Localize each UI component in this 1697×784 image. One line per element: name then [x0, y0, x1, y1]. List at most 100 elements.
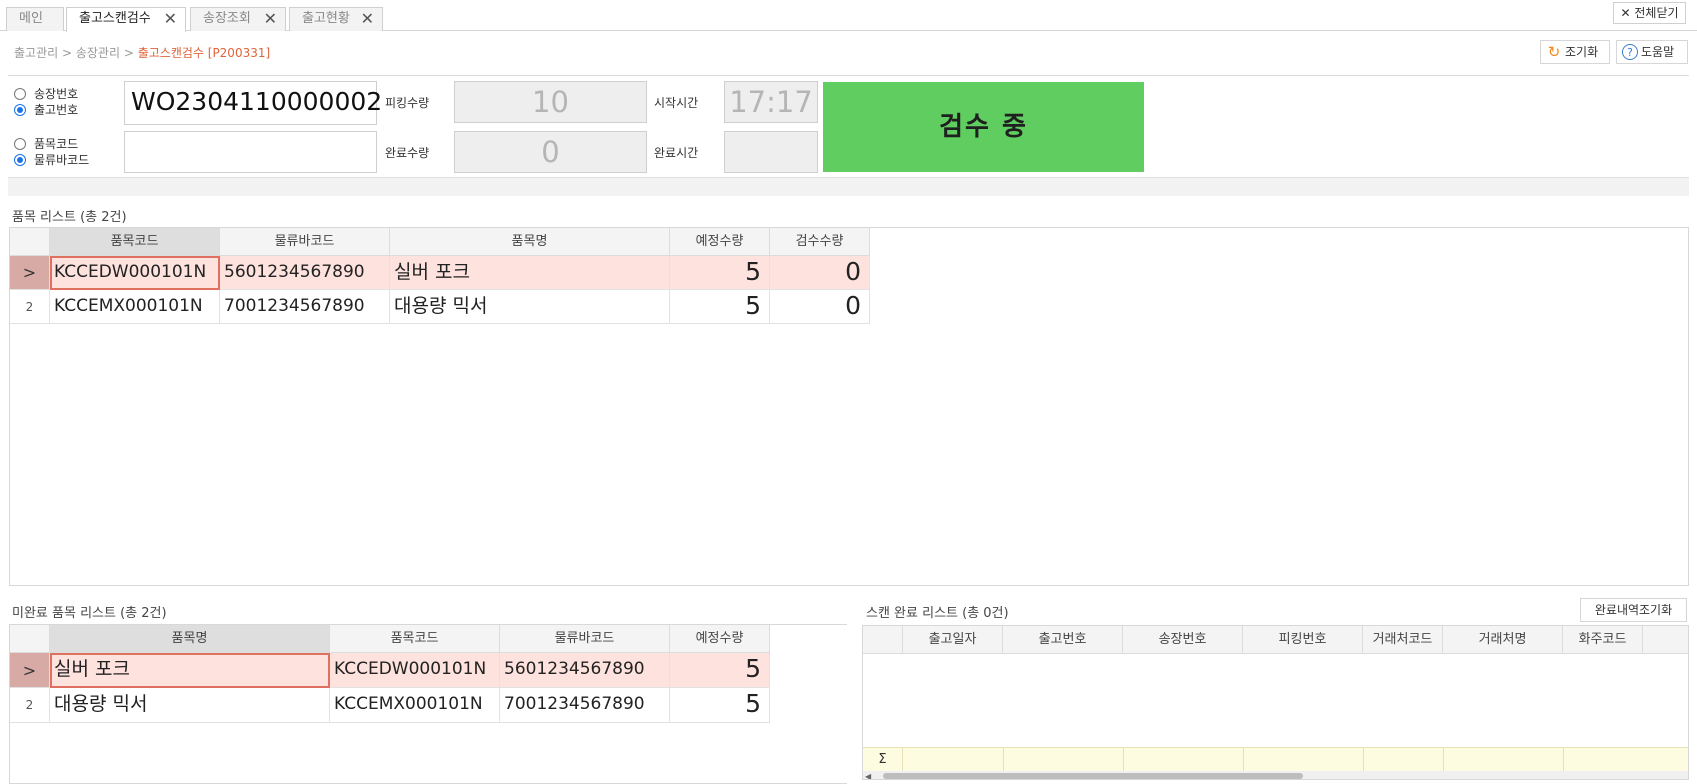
row-number: 2: [10, 290, 50, 324]
radio-button[interactable]: [14, 88, 26, 100]
radio-label: 물류바코드: [34, 153, 90, 167]
picking-qty-label: 피킹수량: [385, 96, 430, 110]
cell-inspected-qty[interactable]: 0: [770, 256, 870, 290]
cell-item-name[interactable]: 실버 포크: [390, 256, 670, 290]
divider: [1563, 748, 1564, 772]
row-header-corner: [863, 626, 903, 654]
scrollbar-thumb[interactable]: [883, 773, 1303, 779]
sum-icon: Σ: [863, 748, 903, 772]
cell-planned-qty[interactable]: 5: [670, 256, 770, 290]
column-header[interactable]: 거래처코드: [1363, 626, 1443, 654]
breadcrumb-path: 출고관리 > 송장관리 >: [14, 46, 138, 60]
close-icon[interactable]: ✕: [264, 8, 277, 30]
tab-outbound-scan[interactable]: 출고스캔검수 ✕: [66, 7, 186, 32]
reset-button[interactable]: ↻ 조기화: [1540, 40, 1610, 64]
cell-item-code[interactable]: KCCEMX000101N: [330, 688, 500, 723]
picking-qty-value: 10: [454, 81, 647, 123]
breadcrumb-current: 출고스캔검수 [P200331]: [137, 46, 271, 60]
cell-barcode[interactable]: 5601234567890: [500, 653, 670, 688]
summary-row: Σ: [863, 747, 1688, 772]
tab-label: 출고현황: [302, 11, 350, 26]
cell-barcode[interactable]: 5601234567890: [220, 256, 390, 290]
radio-button[interactable]: [14, 154, 26, 166]
refresh-icon: ↻: [1547, 43, 1561, 61]
status-banner: 검수 중: [823, 82, 1144, 172]
cell-item-code[interactable]: KCCEDW000101N: [50, 256, 220, 290]
divider: [1243, 748, 1244, 772]
radio-button[interactable]: [14, 138, 26, 150]
done-qty-label: 완료수량: [385, 146, 430, 160]
close-all-button[interactable]: ✕ 전체닫기: [1613, 2, 1686, 24]
column-header[interactable]: 거래처명: [1443, 626, 1563, 654]
cell-barcode[interactable]: 7001234567890: [220, 290, 390, 324]
close-icon[interactable]: ✕: [164, 8, 177, 30]
cell-planned-qty[interactable]: 5: [670, 290, 770, 324]
column-header[interactable]: 품목명: [390, 228, 670, 256]
scan-number-input[interactable]: WO2304110000002: [124, 81, 382, 125]
row-header-corner: [10, 228, 50, 256]
done-qty-value: 0: [454, 131, 647, 173]
column-header[interactable]: 예정수량: [670, 228, 770, 256]
tab-invoice-search[interactable]: 송장조회 ✕: [190, 7, 286, 31]
cell-item-name[interactable]: 실버 포크: [50, 653, 330, 688]
divider: [1123, 748, 1124, 772]
column-header[interactable]: 출고번호: [1003, 626, 1123, 654]
cell-item-name[interactable]: 대용량 믹서: [390, 290, 670, 324]
column-header[interactable]: 물류바코드: [500, 625, 670, 653]
row-indicator: >: [10, 653, 50, 688]
scroll-left-icon[interactable]: ◀: [865, 772, 871, 779]
close-icon: ✕: [1620, 6, 1631, 20]
tab-label: 출고스캔검수: [79, 11, 151, 26]
end-time-label: 완료시간: [654, 146, 699, 160]
cell-item-name[interactable]: 대용량 믹서: [50, 688, 330, 723]
help-label: 도움말: [1641, 45, 1675, 59]
scan-done-list-title: 스캔 완료 리스트 (총 0건): [866, 606, 1009, 621]
column-header[interactable]: 송장번호: [1123, 626, 1243, 654]
divider: [1363, 748, 1364, 772]
column-header[interactable]: 품목명: [50, 625, 330, 653]
cell-planned-qty[interactable]: 5: [670, 653, 770, 688]
column-header[interactable]: 예정수량: [670, 625, 770, 653]
column-header[interactable]: 품목코드: [330, 625, 500, 653]
reset-done-history-button[interactable]: 완료내역조기화: [1580, 598, 1687, 622]
incomplete-list-grid: 품목명 품목코드 물류바코드 예정수량 > 실버 포크 KCCEDW000101…: [9, 624, 847, 784]
item-list-grid: 품목코드 물류바코드 품목명 예정수량 검수수량 > KCCEDW000101N…: [9, 227, 1689, 586]
close-all-label: 전체닫기: [1634, 6, 1679, 20]
help-button[interactable]: ? 도움말: [1616, 40, 1688, 64]
barcode-input[interactable]: [124, 131, 377, 173]
cell-planned-qty[interactable]: 5: [670, 688, 770, 723]
divider: [1443, 748, 1444, 772]
divider: [1003, 748, 1004, 772]
help-icon: ?: [1622, 44, 1638, 60]
radio-label: 출고번호: [34, 103, 79, 117]
horizontal-scrollbar[interactable]: ◀: [863, 771, 1688, 779]
column-header[interactable]: 검수수량: [770, 228, 870, 256]
row-number: 2: [10, 688, 50, 723]
cell-barcode[interactable]: 7001234567890: [500, 688, 670, 723]
panel-divider: [8, 177, 1689, 196]
incomplete-list-title: 미완료 품목 리스트 (총 2건): [12, 606, 167, 621]
column-header[interactable]: 품목코드: [50, 228, 220, 256]
column-header-overflow: [1643, 626, 1688, 654]
radio-button[interactable]: [14, 104, 26, 116]
row-header-corner: [10, 625, 50, 653]
start-time-label: 시작시간: [654, 96, 699, 110]
cell-item-code[interactable]: KCCEDW000101N: [330, 653, 500, 688]
breadcrumb: 출고관리 > 송장관리 > 출고스캔검수 [P200331]: [14, 44, 270, 61]
tab-main[interactable]: 메인: [6, 7, 64, 31]
column-header[interactable]: 물류바코드: [220, 228, 390, 256]
column-header[interactable]: 피킹번호: [1243, 626, 1363, 654]
cell-item-code[interactable]: KCCEMX000101N: [50, 290, 220, 324]
scan-done-grid: 출고일자 출고번호 송장번호 피킹번호 거래처코드 거래처명 화주코드 Σ ◀: [862, 625, 1689, 780]
column-header[interactable]: 화주코드: [1563, 626, 1643, 654]
item-list-title: 품목 리스트 (총 2건): [12, 210, 127, 225]
column-header[interactable]: 출고일자: [903, 626, 1003, 654]
tab-outbound-status[interactable]: 출고현황 ✕: [289, 7, 383, 31]
cell-inspected-qty[interactable]: 0: [770, 290, 870, 324]
end-time-value: [724, 131, 818, 173]
start-time-value: 17:17: [724, 81, 818, 123]
reset-label: 조기화: [1565, 45, 1599, 59]
close-icon[interactable]: ✕: [361, 8, 374, 30]
tab-label: 송장조회: [203, 11, 251, 26]
tab-label: 메인: [19, 11, 43, 26]
